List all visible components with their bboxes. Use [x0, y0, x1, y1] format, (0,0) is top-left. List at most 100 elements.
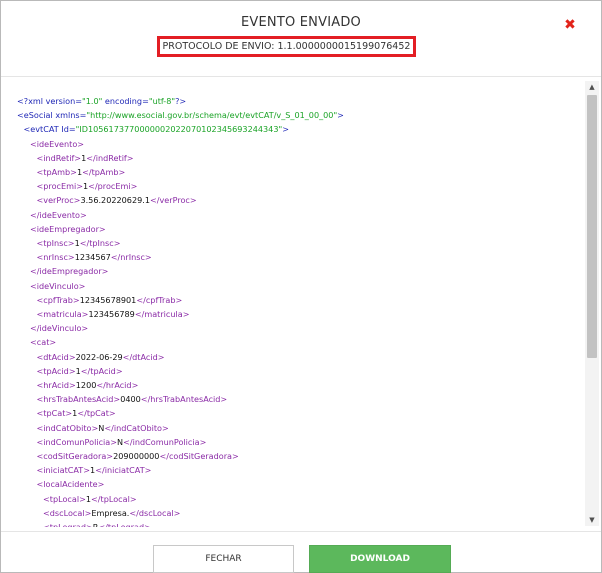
xml-token: 1234567 [74, 252, 111, 263]
xml-line: <cpfTrab>12345678901</cpfTrab> [37, 293, 183, 307]
scroll-down-icon[interactable]: ▼ [585, 514, 599, 526]
xml-line: <ideEmpregador> [30, 222, 106, 236]
modal-title: EVENTO ENVIADO [241, 15, 361, 30]
xml-token: </tpAcid> [80, 365, 123, 376]
xml-token: </ideVinculo> [30, 323, 89, 334]
xml-token: "utf-8" [148, 96, 176, 106]
xml-token: <dtAcid> [36, 351, 76, 362]
xml-line: <indCatObito>N</indCatObito> [37, 421, 169, 435]
xml-token: <hrAcid> [36, 380, 76, 390]
xml-token: 12345678901 [79, 294, 137, 305]
xml-token: 3.56.20220629.1 [80, 195, 150, 206]
xml-line: <verProc>3.56.20220629.1</verProc> [37, 193, 197, 207]
xml-token: </nrInsc> [110, 252, 152, 263]
xml-token: <ideVinculo> [30, 280, 86, 291]
xml-token: > [282, 124, 290, 135]
xml-viewer: <?xml version="1.0" encoding="utf-8"?> <e… [2, 81, 584, 527]
xml-token: </indComunPolicia> [123, 436, 207, 447]
xml-line: </ideEvento> [30, 208, 87, 222]
xml-token: <dscLocal> [43, 507, 92, 518]
xml-token: <eSocial xmlns= [17, 110, 87, 121]
xml-token: <ideEvento> [30, 138, 85, 149]
xml-token: <tpCat> [36, 408, 73, 419]
xml-token: <iniciatCAT> [36, 465, 91, 476]
xml-token: <ideEmpregador> [30, 223, 106, 234]
xml-line: <procEmi>1</procEmi> [37, 179, 138, 193]
scroll-up-icon[interactable]: ▲ [585, 81, 599, 93]
xml-token: ?> [175, 96, 187, 106]
xml-line: <cat> [30, 335, 56, 349]
xml-line: <tpAcid>1</tpAcid> [37, 364, 123, 378]
xml-line: <hrAcid>1200</hrAcid> [37, 378, 139, 392]
xml-line: <indComunPolicia>N</indComunPolicia> [37, 435, 207, 449]
xml-token: </cpfTrab> [136, 294, 183, 305]
close-icon[interactable]: ✖ [563, 17, 577, 33]
xml-line: <dtAcid>2022-06-29</dtAcid> [37, 350, 165, 364]
header-divider [1, 76, 601, 77]
event-modal: EVENTO ENVIADO PROTOCOLO DE ENVIO: 1.1.0… [0, 0, 602, 573]
xml-token: </indCatObito> [104, 422, 169, 433]
xml-token: <?xml version= [17, 96, 82, 106]
xml-token: </dscLocal> [129, 507, 181, 518]
xml-token: > [337, 110, 344, 121]
xml-token: </codSitGeradora> [159, 451, 239, 461]
xml-scrollbar[interactable]: ▲ ▼ [585, 81, 599, 526]
protocol-number: PROTOCOLO DE ENVIO: 1.1.0000000015199076… [157, 36, 416, 57]
close-button[interactable]: FECHAR [153, 545, 294, 573]
xml-line: <eSocial xmlns="http://www.esocial.gov.b… [17, 108, 344, 122]
xml-line: <matricula>123456789</matricula> [37, 307, 190, 321]
xml-token: </ideEvento> [30, 209, 87, 220]
xml-token: 1200 [75, 380, 97, 390]
xml-token: <hrsTrabAntesAcid> [36, 394, 121, 405]
xml-line: <ideVinculo> [30, 279, 85, 293]
scrollbar-thumb[interactable] [587, 95, 597, 358]
xml-token: </dtAcid> [122, 351, 165, 362]
xml-token: <verProc> [36, 195, 81, 206]
xml-line: <tpAmb>1</tpAmb> [37, 165, 126, 179]
xml-line: <tpInsc>1</tpInsc> [37, 236, 121, 250]
xml-token: encoding= [102, 96, 149, 106]
xml-token: </tpCat> [77, 408, 116, 419]
footer-divider [1, 531, 601, 532]
xml-token: <nrInsc> [36, 252, 75, 263]
xml-token: </hrsTrabAntesAcid> [140, 394, 228, 405]
xml-line: <nrInsc>1234567</nrInsc> [37, 250, 152, 264]
xml-token: </iniciatCAT> [95, 465, 152, 476]
xml-token: <tpLocal> [43, 493, 86, 504]
xml-line: <evtCAT Id="ID10561737700000020220701023… [24, 122, 290, 136]
xml-line: <tpLocal>1</tpLocal> [43, 492, 137, 506]
xml-line: <codSitGeradora>209000000</codSitGerador… [37, 449, 239, 463]
xml-token: <matricula> [36, 309, 89, 319]
xml-line: <ideEvento> [30, 137, 84, 151]
xml-token: <tpAcid> [36, 365, 76, 376]
xml-token: <codSitGeradora> [36, 451, 114, 461]
xml-token: <cpfTrab> [36, 294, 80, 305]
xml-token: "http://www.esocial.gov.br/schema/evt/ev… [86, 110, 338, 121]
xml-line: </ideVinculo> [30, 321, 88, 335]
xml-token: <procEmi> [36, 181, 84, 192]
xml-token: </hrAcid> [96, 380, 139, 390]
xml-line: <hrsTrabAntesAcid>0400</hrsTrabAntesAcid… [37, 392, 228, 406]
xml-token: <localAcidente> [36, 479, 105, 490]
xml-line: <localAcidente> [37, 477, 105, 491]
xml-line: </ideEmpregador> [30, 264, 108, 278]
xml-token: <tpInsc> [36, 238, 75, 248]
xml-token: 209000000 [113, 451, 160, 461]
xml-token: <indCatObito> [36, 422, 99, 433]
xml-token: <tpLograd> [43, 522, 93, 527]
xml-token: </indRetif> [86, 152, 134, 163]
xml-token: 0400 [120, 394, 141, 405]
xml-token: </matricula> [134, 309, 190, 319]
xml-line: <?xml version="1.0" encoding="utf-8"?> [17, 94, 186, 108]
xml-token: </tpInsc> [79, 238, 121, 248]
xml-line: <indRetif>1</indRetif> [37, 151, 134, 165]
xml-line: <dscLocal>Empresa.</dscLocal> [43, 506, 180, 520]
xml-line: <tpLograd>R</tpLograd> [43, 520, 151, 527]
xml-token: </ideEmpregador> [30, 266, 109, 277]
xml-token: </procEmi> [88, 181, 138, 192]
xml-token: </verProc> [149, 195, 197, 206]
xml-token: "1.0" [82, 96, 103, 106]
xml-token: </tpLograd> [98, 522, 151, 527]
xml-token: <tpAmb> [36, 167, 77, 177]
download-button[interactable]: DOWNLOAD [309, 545, 451, 573]
